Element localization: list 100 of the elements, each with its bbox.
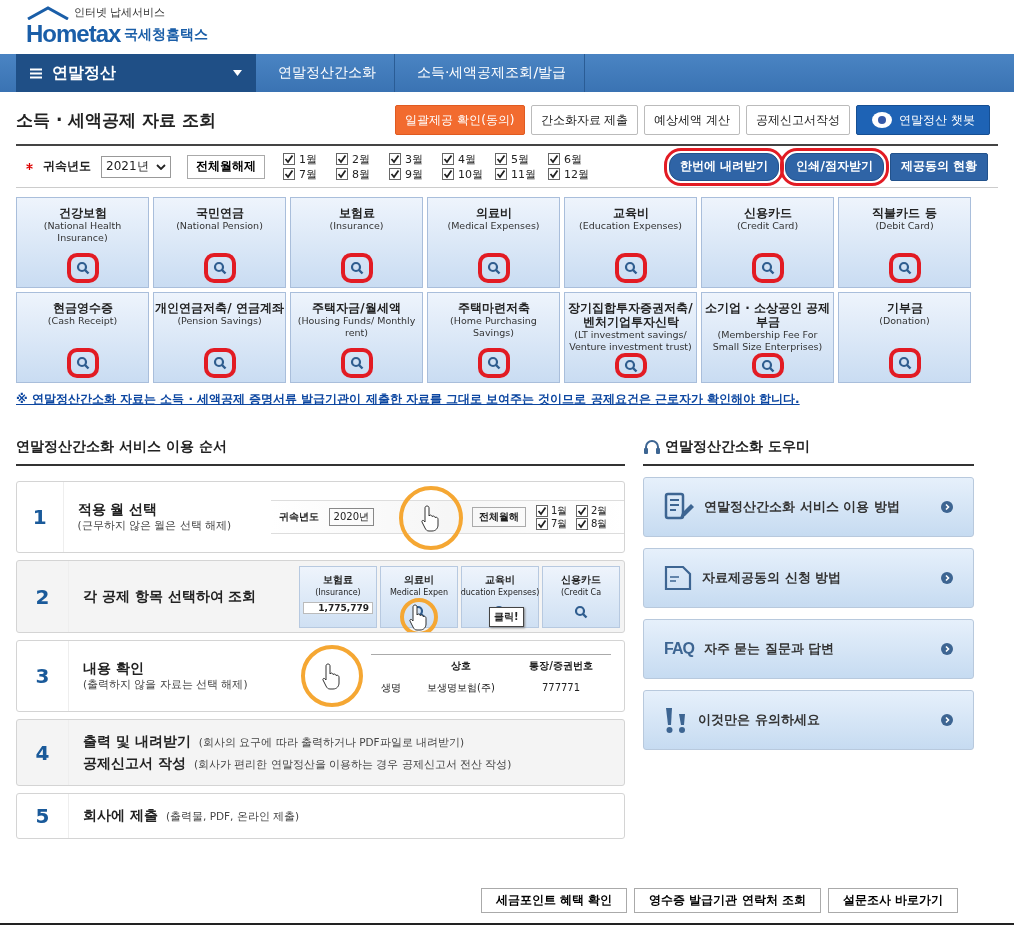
preview-month: 7월 xyxy=(551,516,568,531)
category-tile[interactable]: 현금영수증 (Cash Receipt) xyxy=(16,292,149,383)
tile-title: 교육비 xyxy=(612,206,649,220)
helper-link[interactable]: FAQ 자주 묻는 질문과 답변 xyxy=(643,619,974,679)
nav-menu[interactable]: 연말정산 xyxy=(16,54,256,92)
preview-tile-subtitle: (Insurance) xyxy=(315,587,361,597)
footer-button[interactable]: 영수증 발급기관 연락처 조회 xyxy=(634,888,821,913)
month-checkbox[interactable]: 12월 xyxy=(548,166,601,182)
category-tile[interactable]: 보험료 (Insurance) xyxy=(290,197,423,288)
section-title: 연말정산간소화 도우미 xyxy=(665,438,810,456)
step-title: 각 공제 항목 선택하여 조회 xyxy=(83,587,258,606)
action-button[interactable]: 공제신고서작성 xyxy=(746,105,851,135)
search-icon xyxy=(760,358,775,373)
action-button[interactable]: 예상세액 계산 xyxy=(644,105,741,135)
step-note: (근무하지 않은 월은 선택 해제) xyxy=(77,519,233,533)
check-icon xyxy=(537,505,547,516)
month-checkbox[interactable]: 3월 xyxy=(389,151,442,167)
tile-title: 기부금 xyxy=(886,301,923,315)
month-checkbox[interactable]: 4월 xyxy=(442,151,495,167)
logo-name: 국세청홈택스 xyxy=(124,26,209,44)
search-icon xyxy=(349,261,364,275)
menu-icon xyxy=(30,67,42,79)
search-icon xyxy=(349,356,364,370)
search-icon xyxy=(75,356,90,370)
tile-subtitle: (National Health Insurance) xyxy=(42,220,123,244)
category-tile[interactable]: 교육비 (Education Expenses) xyxy=(564,197,697,288)
step-title: 출력 및 내려받기 xyxy=(83,732,191,751)
category-tile[interactable]: 주택자금/월세액 (Housing Funds/ Monthly rent) xyxy=(290,292,423,383)
preview-tile-title: 의료비 xyxy=(404,572,434,587)
search-icon xyxy=(897,261,912,275)
tile-title: 소기업 · 소상공인 공제부금 xyxy=(703,301,832,329)
step-number: 3 xyxy=(17,641,69,711)
search-icon xyxy=(486,261,501,275)
check-icon xyxy=(577,505,587,516)
tile-subtitle: (Cash Receipt) xyxy=(46,315,119,327)
month-checkbox[interactable]: 7월 xyxy=(283,166,336,182)
preview-cell-text: 보생명보험(주) xyxy=(426,680,496,695)
month-checkbox[interactable]: 11월 xyxy=(495,166,548,182)
search-icon xyxy=(760,261,775,275)
document-pen-icon xyxy=(664,492,694,522)
month-checkbox[interactable]: 6월 xyxy=(548,151,601,167)
month-checkbox[interactable]: 8월 xyxy=(336,166,389,182)
tile-subtitle: (Insurance) xyxy=(328,220,385,232)
tile-title: 의료비 xyxy=(475,206,512,220)
category-tile[interactable]: 국민연금 (National Pension) xyxy=(153,197,286,288)
tile-title: 장기집합투자증권저축/ 벤처기업투자신탁 xyxy=(567,301,694,329)
category-tile[interactable]: 장기집합투자증권저축/ 벤처기업투자신탁 (LT investment savings/ Venture investment trust) xyxy=(564,292,697,383)
helper-link[interactable]: 연말정산간소화 서비스 이용 방법 xyxy=(643,477,974,537)
search-icon xyxy=(486,356,501,370)
step-title: 내용 확인 xyxy=(83,660,145,678)
category-tile[interactable]: 직불카드 등 (Debit Card) xyxy=(838,197,971,288)
caret-icon xyxy=(233,70,242,76)
tile-title: 개인연금저축/ 연금계좌 xyxy=(155,301,284,315)
tile-title: 국민연금 xyxy=(195,206,244,220)
year-select[interactable]: 2021년 xyxy=(101,155,171,178)
clear-months-button[interactable]: 전체월해제 xyxy=(187,154,265,179)
helper-link[interactable]: 자료제공동의 신청 방법 xyxy=(643,548,974,608)
action-button[interactable]: 간소화자료 제출 xyxy=(530,105,639,135)
year-label: 귀속년도 xyxy=(43,158,91,175)
category-tile[interactable]: 소기업 · 소상공인 공제부금 (Membership Fee For Small Size Enterprises) xyxy=(701,292,834,383)
notice-link[interactable]: ※ 연말정산간소화 자료는 소득 · 세액공제 증명서류 발급기관이 제출한 자료를 그대로 보여주는 것이므로 공제요건은 근로자가 확인해야 합니다. xyxy=(16,391,998,408)
tile-title: 주택자금/월세액 xyxy=(312,301,401,315)
preview-month: 1월 xyxy=(551,503,568,518)
step-note: (회사가 편리한 연말정산을 이용하는 경우 공제신고서 전산 작성) xyxy=(193,757,512,772)
category-tile[interactable]: 신용카드 (Credit Card) xyxy=(701,197,834,288)
chatbot-button[interactable]: 연말정산 챗봇 xyxy=(856,105,990,135)
month-checkbox[interactable]: 5월 xyxy=(495,151,548,167)
faq-label: FAQ xyxy=(664,640,694,658)
preview-tile-subtitle: Medical Expen xyxy=(389,587,449,597)
breadcrumb-link[interactable]: 연말정산간소화 xyxy=(256,54,395,92)
preview-month: 8월 xyxy=(591,516,608,531)
month-checkbox[interactable]: 10월 xyxy=(442,166,495,182)
search-icon xyxy=(574,604,588,619)
tile-subtitle: (Credit Card) xyxy=(735,220,800,232)
preview-column-header: 상호 xyxy=(450,658,472,673)
tile-subtitle: (Medical Expenses) xyxy=(446,220,541,232)
tile-title: 주택마련저축 xyxy=(457,301,530,315)
month-checkbox[interactable]: 1월 xyxy=(283,151,336,167)
page-title: 소득 · 세액공제 자료 조회 xyxy=(16,108,217,132)
month-checkbox[interactable]: 2월 xyxy=(336,151,389,167)
preview-column-header: 통장/증권번호 xyxy=(528,658,594,673)
preview-cell-text: 777771 xyxy=(540,681,582,695)
step-note: (출력물, PDF, 온라인 제출) xyxy=(165,810,300,824)
category-tile[interactable]: 기부금 (Donation) xyxy=(838,292,971,383)
breadcrumb-link[interactable]: 소득·세액공제조회/발급 xyxy=(395,54,586,92)
preview-tile-title: 교육비 xyxy=(485,572,515,587)
footer-button[interactable]: 설문조사 바로가기 xyxy=(827,888,958,913)
footer-button[interactable]: 세금포인트 혜택 확인 xyxy=(480,888,628,913)
download-button[interactable]: 제공동의 현황 xyxy=(889,152,988,181)
month-checkbox[interactable]: 9월 xyxy=(389,166,442,182)
helper-link[interactable]: 이것만은 유의하세요 xyxy=(643,690,974,750)
category-tile[interactable]: 의료비 (Medical Expenses) xyxy=(427,197,560,288)
house-roof-icon xyxy=(26,6,70,20)
category-tile[interactable]: 개인연금저축/ 연금계좌 (Pension Savings) xyxy=(153,292,286,383)
preview-tile-subtitle: ducation Expenses) xyxy=(460,587,540,597)
search-icon xyxy=(623,261,638,275)
category-tile[interactable]: 주택마련저축 (Home Purchasing Savings) xyxy=(427,292,560,383)
category-tile[interactable]: 건강보험 (National Health Insurance) xyxy=(16,197,149,288)
tile-title: 직불카드 등 xyxy=(872,206,937,220)
tile-title: 보험료 xyxy=(338,206,375,220)
